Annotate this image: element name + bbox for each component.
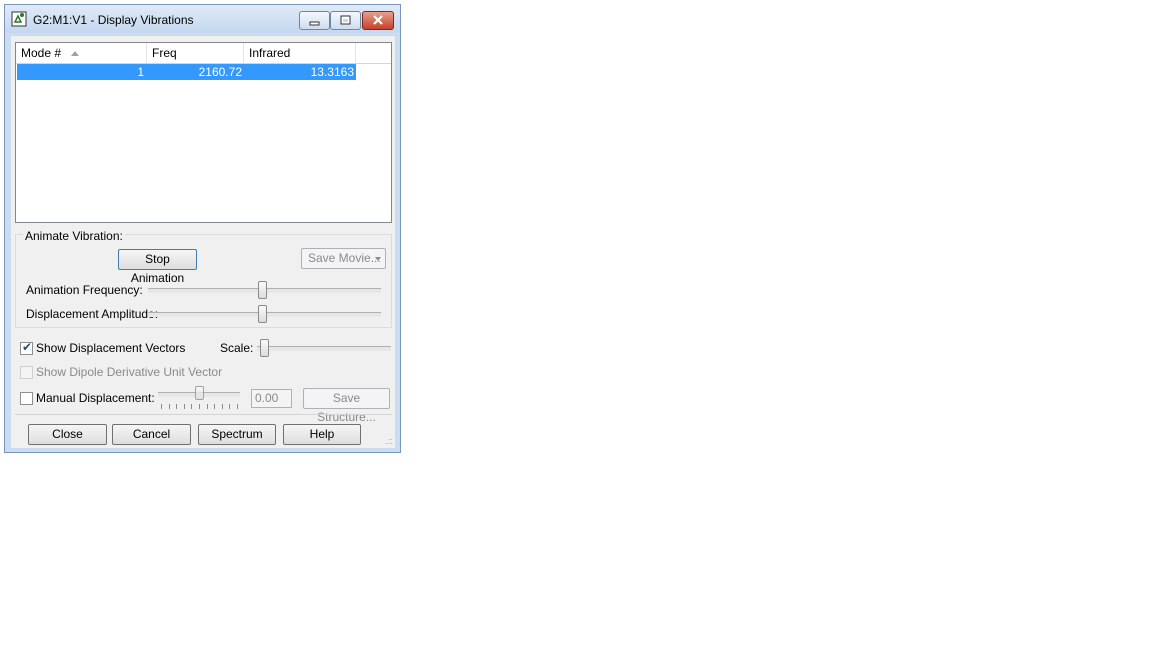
manual-displacement-slider[interactable] bbox=[195, 386, 204, 400]
slider-tick bbox=[229, 404, 231, 409]
manual-displacement-ticks bbox=[161, 404, 238, 409]
title-bar[interactable]: G2:M1:V1 - Display Vibrations bbox=[5, 5, 400, 33]
slider-tick bbox=[161, 404, 162, 409]
close-button[interactable]: Close bbox=[28, 424, 107, 445]
displacement-amplitude-label: Displacement Amplitude: bbox=[26, 307, 159, 321]
restore-icon bbox=[340, 15, 351, 25]
close-window-button[interactable] bbox=[362, 11, 394, 30]
checkmark-icon: ✔ bbox=[22, 340, 33, 354]
slider-tick bbox=[206, 404, 208, 409]
display-vibrations-window: G2:M1:V1 - Display Vibrations Mode # Fre… bbox=[4, 4, 401, 453]
column-label: Mode # bbox=[21, 46, 62, 60]
stop-animation-button[interactable]: Stop Animation bbox=[118, 249, 197, 285]
app-icon bbox=[11, 11, 27, 27]
show-vectors-checkbox[interactable]: ✔ bbox=[20, 340, 33, 355]
slider-tick bbox=[191, 404, 193, 409]
save-movie-button[interactable]: Save Movie... bbox=[301, 248, 386, 269]
animation-frequency-slider[interactable] bbox=[258, 281, 268, 299]
animation-frequency-label: Animation Frequency: bbox=[26, 283, 143, 297]
window-title: G2:M1:V1 - Display Vibrations bbox=[33, 13, 194, 27]
help-button[interactable]: Help bbox=[283, 424, 361, 445]
minimize-button[interactable] bbox=[299, 11, 330, 30]
list-header: Mode # Freq Infrared bbox=[16, 43, 356, 64]
show-vectors-label: Show Displacement Vectors bbox=[36, 341, 186, 355]
dialog-body: Mode # Freq Infrared 1 2160.72 13.3163 A… bbox=[11, 36, 395, 448]
dipole-vector-label: Show Dipole Derivative Unit Vector bbox=[36, 365, 223, 379]
dropdown-arrow-icon bbox=[375, 257, 381, 261]
manual-displacement-label: Manual Displacement: bbox=[36, 391, 155, 405]
cell-freq: 2160.72 bbox=[198, 65, 242, 79]
sort-ascending-icon bbox=[71, 51, 79, 56]
divider bbox=[15, 414, 392, 415]
save-structure-button[interactable]: Save Structure... bbox=[303, 388, 390, 424]
dipole-vector-checkbox[interactable] bbox=[20, 366, 33, 379]
save-movie-label: Save Movie... bbox=[308, 251, 381, 265]
cell-mode: 1 bbox=[137, 65, 144, 79]
slider-tick bbox=[221, 404, 223, 409]
slider-tick bbox=[183, 404, 185, 409]
slider-tick bbox=[176, 404, 178, 409]
list-header-filler bbox=[356, 43, 391, 64]
scale-track[interactable] bbox=[257, 346, 391, 351]
column-label: Infrared bbox=[249, 46, 291, 60]
animate-vibration-label: Animate Vibration: bbox=[23, 229, 125, 243]
slider-tick bbox=[237, 404, 238, 409]
close-icon bbox=[373, 15, 383, 25]
table-row[interactable]: 1 2160.72 13.3163 bbox=[17, 64, 356, 80]
manual-displacement-checkbox[interactable] bbox=[20, 392, 33, 405]
column-infrared[interactable]: Infrared bbox=[244, 43, 356, 63]
manual-displacement-value[interactable]: 0.00 bbox=[251, 389, 292, 408]
slider-tick bbox=[199, 404, 200, 409]
slider-tick bbox=[214, 404, 216, 409]
scale-label: Scale: bbox=[220, 341, 254, 355]
column-mode[interactable]: Mode # bbox=[16, 43, 147, 63]
column-freq[interactable]: Freq bbox=[147, 43, 244, 63]
modes-list[interactable]: Mode # Freq Infrared 1 2160.72 13.3163 bbox=[15, 42, 392, 223]
scale-slider[interactable] bbox=[259, 339, 269, 357]
spectrum-button[interactable]: Spectrum bbox=[198, 424, 276, 445]
resize-grip-icon[interactable]: .:: bbox=[385, 436, 393, 446]
maximize-button[interactable] bbox=[330, 11, 361, 30]
slider-tick bbox=[168, 404, 170, 409]
displacement-amplitude-slider[interactable] bbox=[258, 305, 268, 323]
cancel-button[interactable]: Cancel bbox=[112, 424, 191, 445]
column-label: Freq bbox=[152, 46, 177, 60]
minimize-icon bbox=[309, 21, 320, 26]
cell-infrared: 13.3163 bbox=[310, 65, 354, 79]
